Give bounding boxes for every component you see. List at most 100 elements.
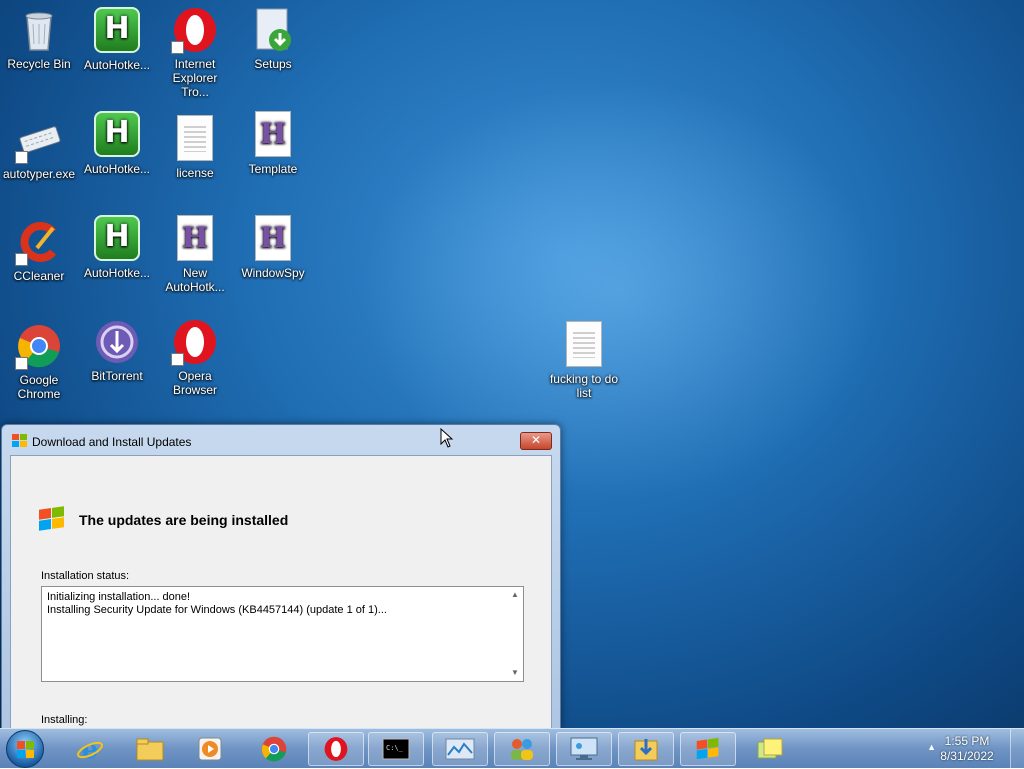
desktop-icon-label: Opera Browser [172,369,217,397]
taskbar-media-player[interactable] [182,732,238,766]
desktop-icon-label: AutoHotke... [83,266,151,280]
media-player-icon [198,737,222,761]
mouse-cursor-icon [440,428,454,448]
clock-date: 8/31/2022 [940,749,994,763]
taskbar-downloads-folder[interactable] [618,732,674,766]
installation-status-label: Installation status: [41,570,130,582]
dialog-title: Download and Install Updates [32,435,192,449]
command-prompt-icon: C:\_ [382,738,410,760]
taskbar-sticky-notes[interactable] [742,732,798,766]
taskbar-file-explorer[interactable] [122,732,178,766]
autohotkey-icon: H [94,215,140,261]
desktop-icon-label: Internet Explorer Tro... [172,57,218,99]
setup-file-icon [249,6,297,54]
desktop-icon-label: Recycle Bin [7,57,71,71]
desktop-icon-recycle-bin[interactable]: Recycle Bin [0,6,78,71]
ccleaner-icon [15,218,63,266]
desktop-icon-label: license [176,166,214,180]
windows-update-icon [696,737,719,760]
dialog-heading: The updates are being installed [79,512,289,528]
shortcut-arrow-icon [15,357,28,370]
desktop-icon-windowspy[interactable]: H WindowSpy [234,214,312,280]
text-file-icon [566,321,602,367]
opera-icon [171,6,219,54]
svg-text:C:\_: C:\_ [386,744,404,752]
windows-update-icon [39,506,64,531]
system-clock[interactable]: 1:55 PM 8/31/2022 [932,734,1002,764]
shortcut-arrow-icon [15,151,28,164]
internet-explorer-icon: e [77,735,103,763]
desktop-icon-autohotkey-2[interactable]: H AutoHotke... [78,110,156,176]
log-line: Installing Security Update for Windows (… [47,604,387,616]
desktop-icon-opera[interactable]: Opera Browser [156,318,234,397]
autohotkey-icon: H [94,7,140,53]
desktop-icon-label: fucking to do list [549,372,619,400]
ahk-script-icon: H [255,111,291,157]
remote-desktop-icon [570,737,598,760]
svg-text:e: e [82,735,99,763]
desktop-icon-label: WindowSpy [241,266,305,280]
desktop-icon-label: Google Chrome [17,373,61,401]
installation-log[interactable]: Initializing installation... done! Insta… [41,586,524,682]
desktop-icon-autohotkey-3[interactable]: H AutoHotke... [78,214,156,280]
taskbar: e C:\_ ▲ 1:55 PM 8/31/2022 [0,728,1024,769]
users-icon [511,739,533,760]
ahk-script-icon: H [177,215,213,261]
downloads-folder-icon [634,739,658,761]
close-button[interactable]: ✕ [520,432,552,450]
windows-update-icon [12,434,27,447]
taskbar-opera[interactable] [308,732,364,766]
taskbar-command-prompt[interactable]: C:\_ [368,732,424,766]
desktop-icon-label: AutoHotke... [83,162,151,176]
dialog-titlebar[interactable]: Download and Install Updates ✕ [2,425,560,455]
desktop-icon-license[interactable]: license [156,114,234,180]
desktop-icon-label: autotyper.exe [2,167,76,181]
taskbar-chrome[interactable] [246,732,302,766]
opera-icon [171,318,219,366]
update-dialog[interactable]: Download and Install Updates ✕ The updat… [1,424,561,748]
opera-icon [324,737,348,761]
desktop-icon-google-chrome[interactable]: Google Chrome [0,322,78,401]
chrome-icon [261,736,287,762]
log-line: Initializing installation... done! [47,591,191,603]
clock-time: 1:55 PM [944,734,990,748]
taskbar-remote-desktop[interactable] [556,732,612,766]
chrome-icon [15,322,63,370]
keyboard-icon [15,116,63,164]
desktop-icon-label: Setups [254,57,292,71]
scroll-down-icon[interactable]: ▼ [510,668,520,678]
taskbar-internet-explorer[interactable]: e [62,732,118,766]
desktop-icon-new-autohotkey[interactable]: H New AutoHotk... [156,214,234,294]
resource-monitor-icon [445,738,475,760]
desktop-icon-label: CCleaner [13,269,65,283]
shortcut-arrow-icon [171,41,184,54]
desktop-icon-label: BitTorrent [91,369,143,383]
installing-label: Installing: [41,714,88,726]
shortcut-arrow-icon [171,353,184,366]
dialog-content: The updates are being installed Installa… [10,455,552,748]
desktop-icon-ccleaner[interactable]: CCleaner [0,218,78,283]
windows-logo-icon [17,741,34,758]
desktop-icon-label: AutoHotke... [83,58,151,72]
taskbar-resource-monitor[interactable] [432,732,488,766]
file-explorer-icon [136,738,164,761]
desktop-icon-text-file[interactable]: fucking to do list [545,320,623,400]
desktop-icon-autohotkey-1[interactable]: H AutoHotke... [78,6,156,72]
scroll-up-icon[interactable]: ▲ [510,590,520,600]
desktop-icon-template[interactable]: H Template [234,110,312,176]
desktop-icon-internet-explorer[interactable]: Internet Explorer Tro... [156,6,234,99]
text-file-icon [177,115,213,161]
recycle-bin-icon [15,6,63,54]
taskbar-windows-update[interactable] [680,732,736,766]
sticky-notes-icon [757,738,783,759]
ahk-script-icon: H [255,215,291,261]
autohotkey-icon: H [94,111,140,157]
desktop-icon-autotyper[interactable]: autotyper.exe [0,116,78,181]
shortcut-arrow-icon [15,253,28,266]
desktop-icon-bittorrent[interactable]: BitTorrent [78,318,156,383]
start-button[interactable] [6,730,44,768]
show-desktop-button[interactable] [1010,729,1024,769]
bittorrent-icon [93,318,141,366]
taskbar-users[interactable] [494,732,550,766]
desktop-icon-setups[interactable]: Setups [234,6,312,71]
